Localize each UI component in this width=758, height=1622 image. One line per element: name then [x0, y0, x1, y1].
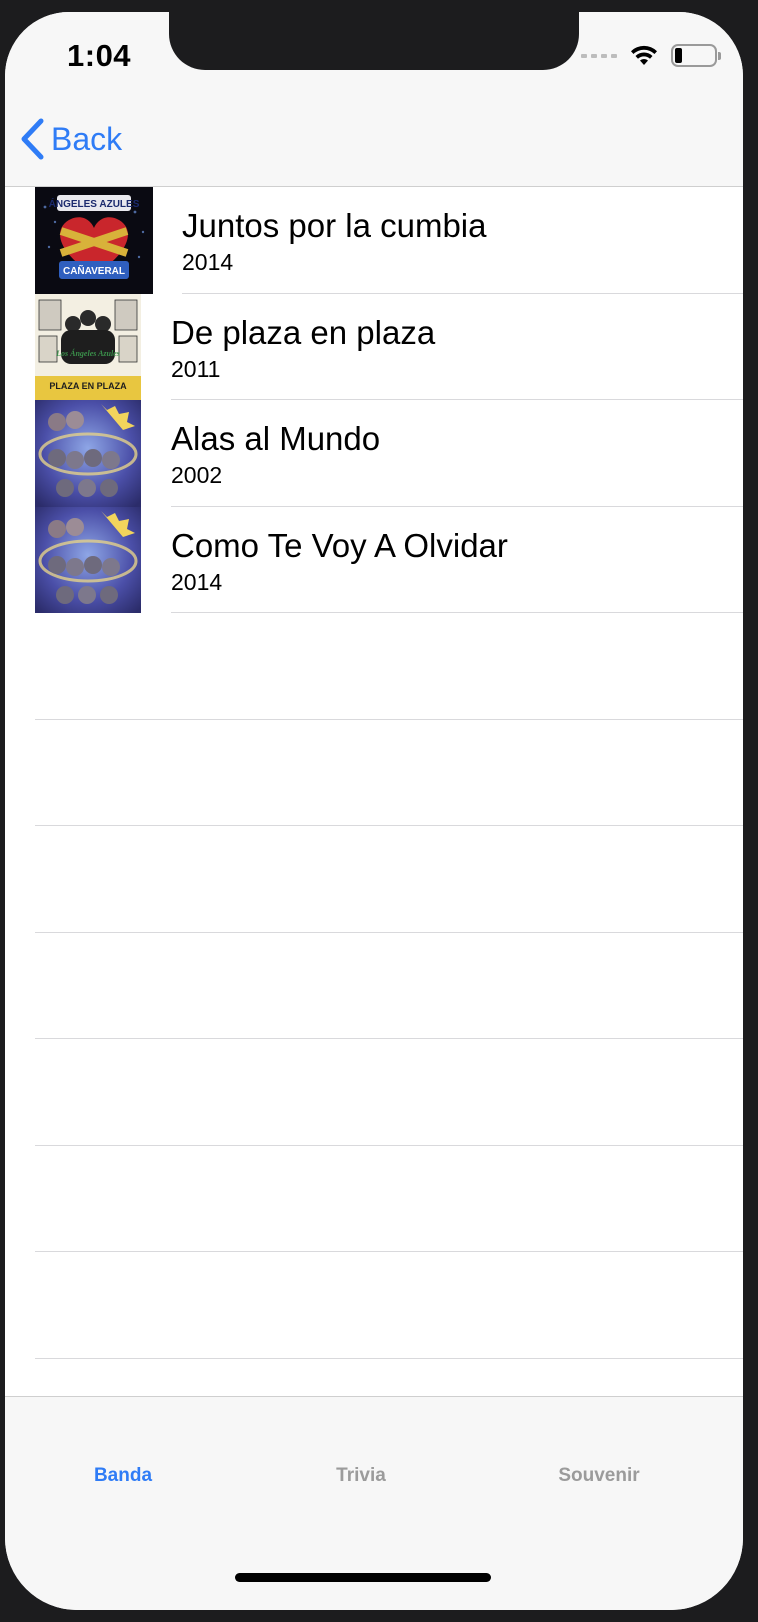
back-button[interactable]: Back: [19, 118, 122, 160]
tab-banda[interactable]: Banda: [94, 1465, 152, 1487]
album-art-logo: Los Ángeles Azules: [55, 348, 120, 358]
phone-screen: 1:04 Back ÁNGELES AZULES CAÑAVERAL Junto…: [5, 12, 743, 1610]
back-label: Back: [51, 120, 123, 157]
album-year: 2014: [171, 568, 223, 595]
album-row[interactable]: Como Te Voy A Olvidar 2014: [5, 506, 743, 613]
empty-row: [5, 933, 743, 1039]
album-art-subtitle: CAÑAVERAL: [63, 264, 125, 277]
album-title: De plaza en plaza: [171, 313, 436, 351]
status-time: 1:04: [67, 38, 132, 73]
empty-row: [5, 1146, 743, 1252]
album-art: [35, 506, 141, 613]
tab-bar: Banda Trivia Souvenir: [5, 1396, 743, 1610]
album-title: Alas al Mundo: [171, 420, 381, 457]
album-year: 2011: [171, 355, 221, 382]
album-year: 2014: [182, 249, 234, 275]
tab-souvenir[interactable]: Souvenir: [558, 1465, 639, 1487]
cellular-signal-icon: [581, 53, 617, 58]
empty-row: [5, 720, 743, 826]
album-art: Los Ángeles Azules PLAZA EN PLAZA: [35, 293, 141, 400]
home-indicator[interactable]: [235, 1573, 491, 1582]
album-year: 2002: [171, 462, 223, 488]
album-art-logo: ÁNGELES AZULES: [49, 197, 140, 210]
status-indicators: [581, 44, 721, 67]
album-title: Como Te Voy A Olvidar: [171, 526, 508, 564]
notch: [169, 12, 579, 70]
tab-trivia[interactable]: Trivia: [336, 1465, 386, 1487]
empty-row: [5, 826, 743, 933]
album-title: Juntos por la cumbia: [182, 207, 487, 244]
chevron-left-icon: [19, 118, 45, 160]
battery-icon: [671, 44, 721, 67]
album-row[interactable]: Alas al Mundo 2002: [5, 400, 743, 507]
album-row[interactable]: Los Ángeles Azules PLAZA EN PLAZA De pla…: [5, 293, 743, 400]
album-art: [35, 400, 141, 507]
wifi-icon: [629, 45, 659, 67]
album-art: ÁNGELES AZULES CAÑAVERAL: [35, 187, 153, 294]
album-row[interactable]: ÁNGELES AZULES CAÑAVERAL Juntos por la c…: [5, 187, 743, 294]
empty-row: [5, 1039, 743, 1146]
album-art-subtitle: PLAZA EN PLAZA: [49, 381, 127, 391]
album-list: ÁNGELES AZULES CAÑAVERAL Juntos por la c…: [5, 187, 743, 1359]
empty-row: [5, 613, 743, 720]
empty-row: [5, 1252, 743, 1359]
